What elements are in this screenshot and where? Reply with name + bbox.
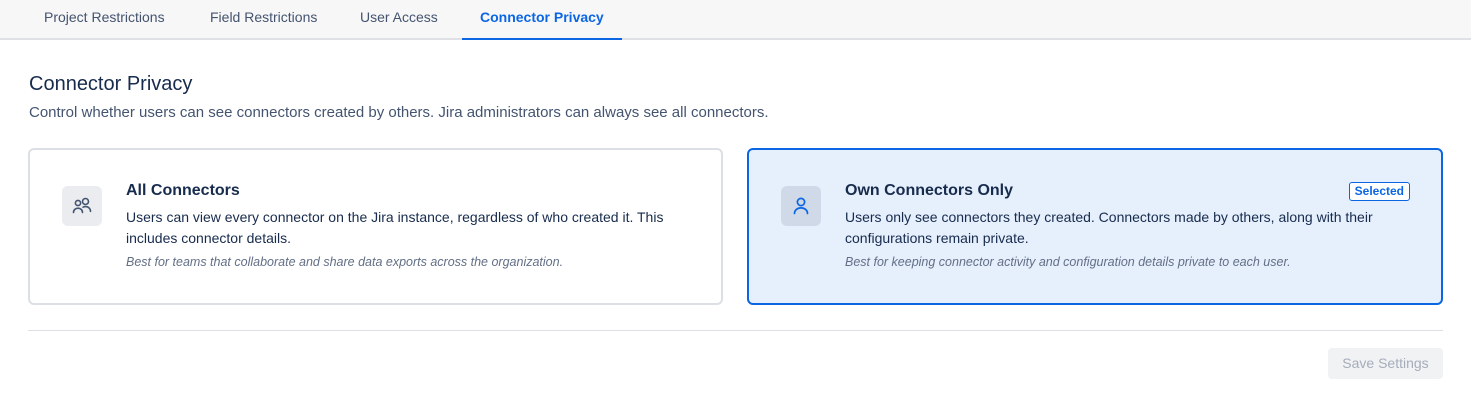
user-icon: [781, 186, 821, 226]
tab-project-restrictions[interactable]: Project Restrictions: [26, 0, 183, 38]
option-note: Best for teams that collaborate and shar…: [126, 255, 564, 269]
selected-badge: Selected: [1348, 182, 1410, 201]
tab-bar: Project Restrictions Field Restrictions …: [0, 0, 1471, 40]
page-title: Connector Privacy: [29, 73, 193, 95]
divider: [28, 330, 1443, 331]
tab-field-restrictions[interactable]: Field Restrictions: [192, 0, 335, 38]
option-note: Best for keeping connector activity and …: [845, 255, 1291, 269]
page-description: Control whether users can see connectors…: [29, 104, 769, 121]
tab-connector-privacy[interactable]: Connector Privacy: [462, 0, 622, 40]
users-icon: [62, 186, 102, 226]
option-description: Users can view every connector on the Ji…: [126, 209, 664, 246]
save-settings-button[interactable]: Save Settings: [1328, 348, 1443, 379]
tab-user-access[interactable]: User Access: [342, 0, 456, 38]
option-title: All Connectors: [126, 182, 240, 199]
option-title: Own Connectors Only: [845, 182, 1014, 199]
option-card-all-connectors[interactable]: All Connectors Users can view every conn…: [28, 148, 723, 305]
option-description: Users only see connectors they created. …: [845, 209, 1373, 246]
option-card-own-connectors[interactable]: Own Connectors Only Selected Users only …: [747, 148, 1443, 305]
